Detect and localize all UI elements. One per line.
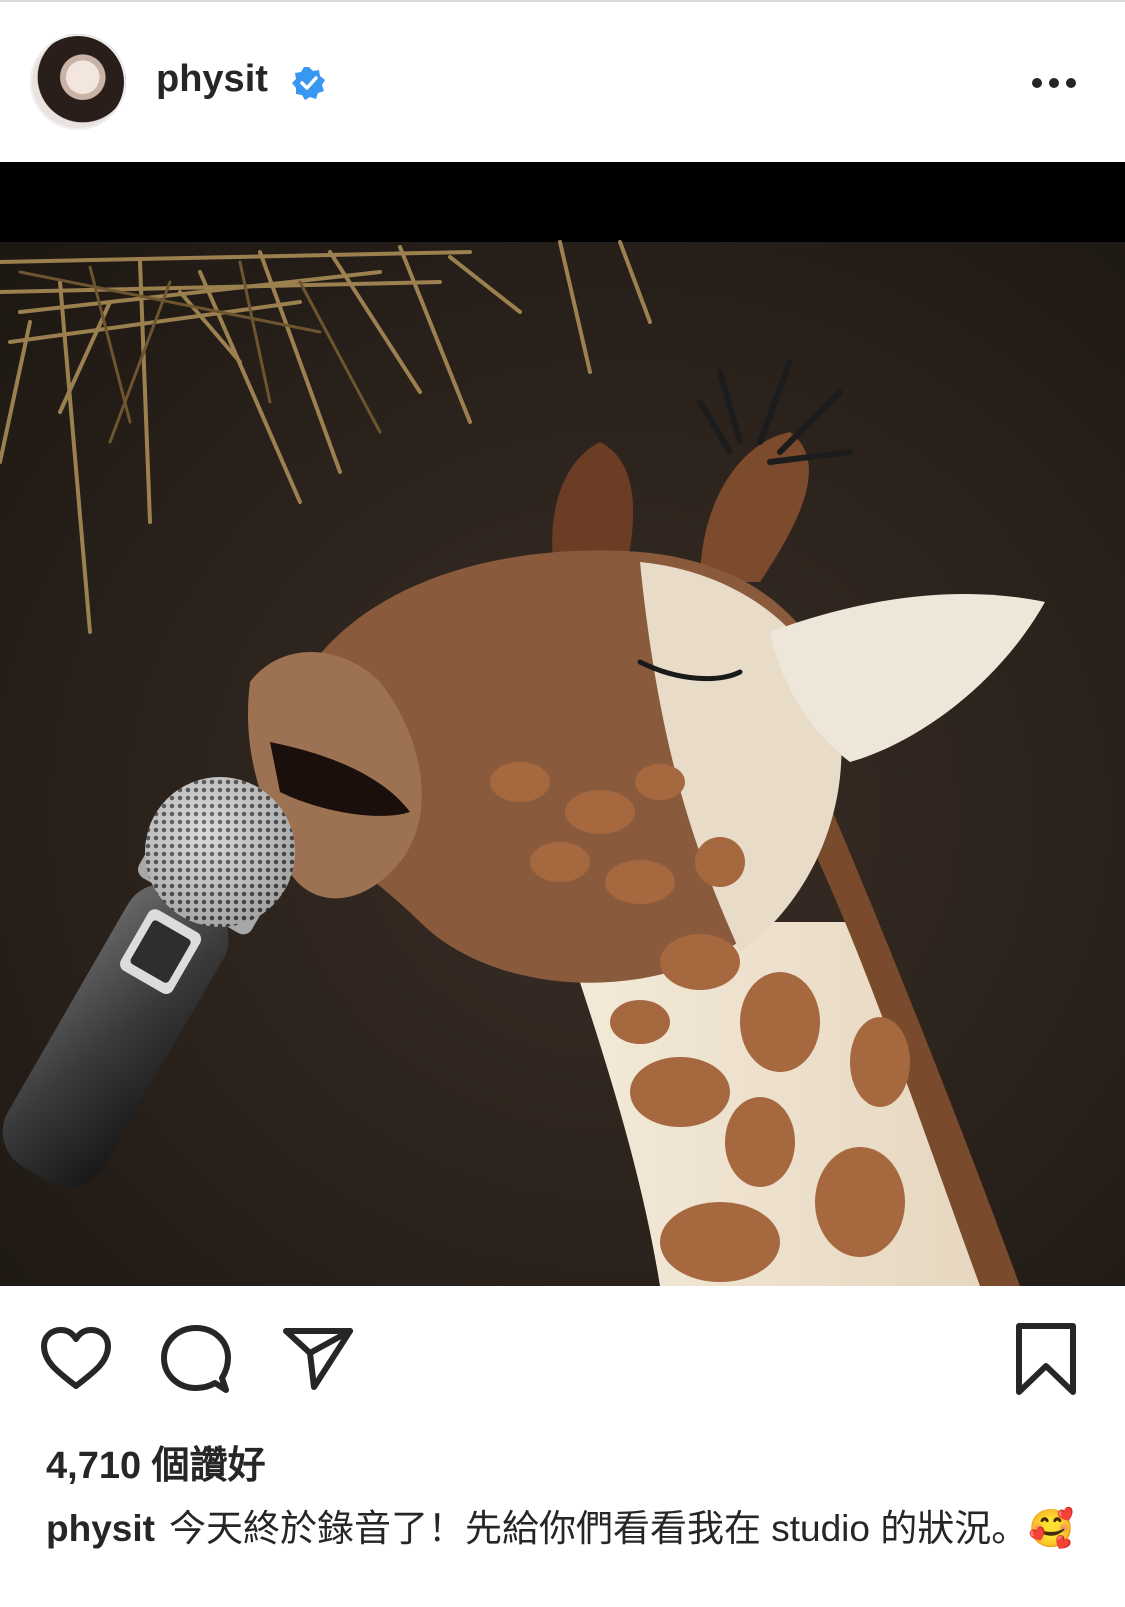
bookmark-icon[interactable] bbox=[1014, 1322, 1078, 1396]
giraffe-microphone-image bbox=[0, 162, 1125, 1286]
like-count[interactable]: 4,710 個讚好 bbox=[46, 1434, 266, 1489]
caption-text: 今天終於錄音了！先給你們看看我在 studio 的狀況。 bbox=[168, 1508, 1029, 1549]
heart-icon[interactable] bbox=[40, 1326, 112, 1390]
caption-emoji: 🥰 bbox=[1028, 1508, 1075, 1549]
post-username[interactable]: physit bbox=[156, 58, 268, 101]
verified-badge-icon bbox=[292, 67, 325, 100]
comment-bubble-icon[interactable] bbox=[160, 1324, 232, 1396]
avatar[interactable] bbox=[30, 34, 126, 130]
paper-plane-icon[interactable] bbox=[282, 1325, 354, 1391]
more-options-icon[interactable] bbox=[1030, 76, 1078, 90]
post-caption: physit 今天終於錄音了！先給你們看看我在 studio 的狀況。🥰 bbox=[46, 1504, 1086, 1554]
caption-username[interactable]: physit bbox=[46, 1508, 155, 1549]
post-header: physit bbox=[0, 2, 1125, 162]
post-image[interactable] bbox=[0, 162, 1125, 1286]
